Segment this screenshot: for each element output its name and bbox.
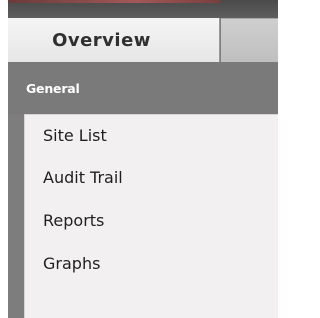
nav-list: Site List Audit Trail Reports Graphs xyxy=(24,114,278,318)
nav-item-audit-trail[interactable]: Audit Trail xyxy=(25,156,278,199)
nav-item-graphs[interactable]: Graphs xyxy=(25,242,278,285)
nav-item-reports[interactable]: Reports xyxy=(25,199,278,242)
tab-overview-label: Overview xyxy=(52,29,151,51)
panel-top-bar xyxy=(8,0,278,18)
tab-overview[interactable]: Overview xyxy=(8,18,220,62)
nav-item-label: Site List xyxy=(43,126,107,145)
accent-strip xyxy=(8,0,220,3)
tab-secondary[interactable] xyxy=(221,18,278,62)
nav-item-label: Audit Trail xyxy=(43,168,123,187)
nav-item-site-list[interactable]: Site List xyxy=(25,115,278,156)
nav-item-label: Reports xyxy=(43,211,105,230)
section-title: General xyxy=(26,80,80,96)
nav-item-label: Graphs xyxy=(43,254,101,273)
section-header-general: General xyxy=(8,62,278,114)
